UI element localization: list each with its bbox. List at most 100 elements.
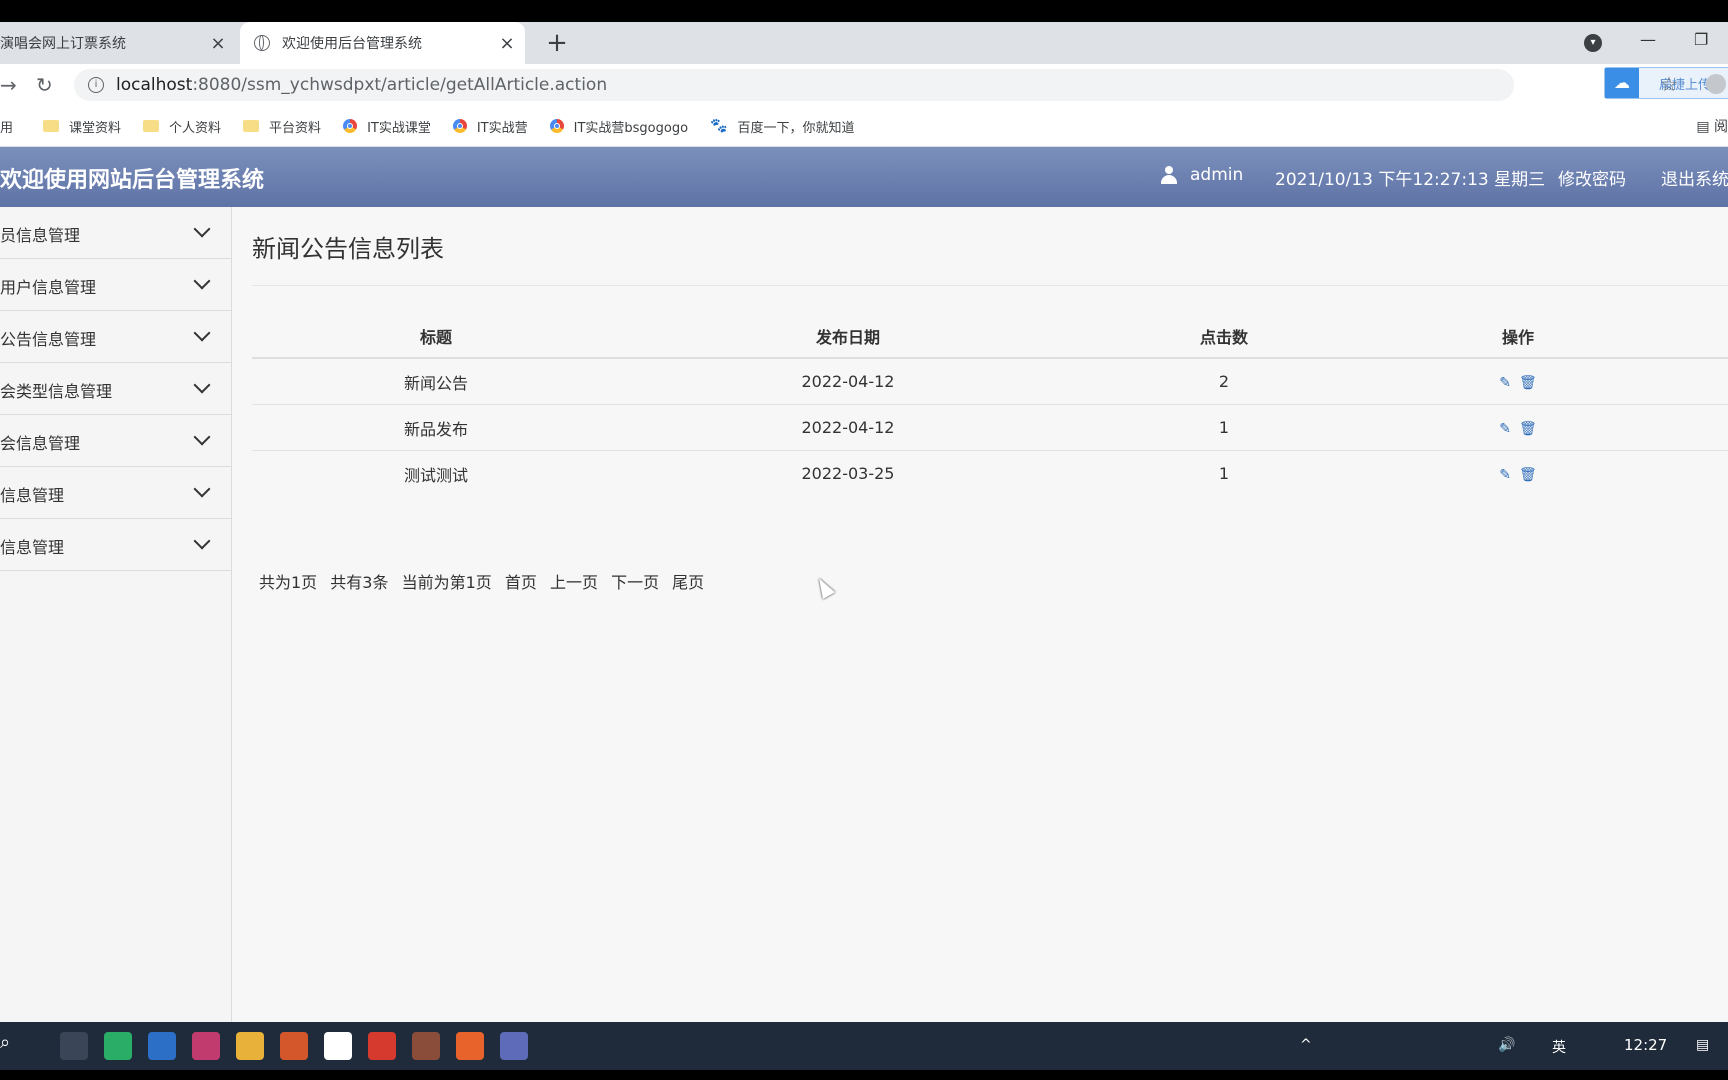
tab-admin-system[interactable]: 欢迎使用后台管理系统 × (240, 22, 525, 64)
wechat-taskbar-icon[interactable] (104, 1032, 132, 1060)
column-header-date: 发布日期 (620, 315, 1076, 359)
pager-prev-link[interactable]: 上一页 (550, 573, 598, 592)
bookmark-folder[interactable]: 课堂资料 (43, 117, 121, 136)
cell-actions: ✎ 🗑 (1372, 451, 1664, 497)
pager-last-link[interactable]: 尾页 (672, 573, 704, 592)
edit-icon[interactable]: ✎ (1499, 467, 1511, 483)
pager-first-link[interactable]: 首页 (505, 573, 537, 592)
taskbar: ⌕ ^ 🔊 英 12:27 ▤ (0, 1022, 1728, 1070)
logout-link[interactable]: 退出系统 (1661, 165, 1728, 190)
sidebar-item-label: 会信息管理 (0, 434, 81, 453)
sidebar-item-label: 信息管理 (0, 538, 65, 557)
sidebar-item-users[interactable]: 用户信息管理 (0, 259, 231, 311)
change-password-link[interactable]: 修改密码 (1558, 165, 1626, 190)
firefox-taskbar-icon[interactable] (456, 1032, 484, 1060)
bookmark-link[interactable]: IT实战营 (452, 117, 528, 136)
cell-spacer (1664, 404, 1728, 451)
cell-spacer (1664, 358, 1728, 405)
cell-title: 新品发布 (252, 404, 620, 451)
chevron-down-icon (193, 272, 211, 290)
cell-clicks: 2 (1076, 358, 1372, 405)
idea-taskbar-icon[interactable] (192, 1032, 220, 1060)
cell-clicks: 1 (1076, 404, 1372, 451)
bookmark-link[interactable]: IT实战课堂 (343, 117, 431, 136)
bookmark-apps[interactable]: 用 (0, 117, 13, 136)
main-content: 新闻公告信息列表 标题 发布日期 点击数 操作 新闻公告 2022-04-12 (232, 207, 1728, 1070)
app-title: 欢迎使用网站后台管理系统 (0, 168, 265, 193)
pagination: 共为1页 共有3条 当前为第1页 首页 上一页 下一页 尾页 (259, 569, 712, 593)
cell-actions: ✎ 🗑 (1372, 358, 1664, 405)
sidebar-item-announcements[interactable]: 公告信息管理 (0, 311, 231, 363)
cell-date: 2022-04-12 (620, 358, 1076, 405)
chevron-down-icon (193, 220, 211, 238)
bookmark-label: 个人资料 (169, 120, 222, 136)
address-bar[interactable]: i localhost:8080/ssm_ychwsdpxt/article/g… (74, 67, 1728, 101)
bookmark-label: 百度一下，你就知道 (737, 120, 855, 136)
cloud-icon: ☁ (1605, 68, 1639, 98)
bookmark-folder[interactable]: 个人资料 (143, 117, 221, 136)
delete-icon[interactable]: 🗑 (1519, 467, 1537, 483)
reading-list-button[interactable]: ▤ 阅 (1696, 116, 1728, 136)
restore-icon[interactable]: ❐ (1694, 30, 1708, 49)
forward-icon[interactable]: → (0, 73, 17, 97)
chevron-down-icon (193, 532, 211, 550)
table-header-row: 标题 发布日期 点击数 操作 (252, 315, 1728, 359)
app-taskbar-icon[interactable] (324, 1032, 352, 1060)
pager-next-link[interactable]: 下一页 (611, 573, 659, 592)
search-icon[interactable]: ⌕ (0, 1032, 28, 1060)
sidebar-item-info-7[interactable]: 信息管理 (0, 519, 231, 571)
folder-icon (143, 120, 160, 132)
new-tab-button[interactable]: + (542, 28, 572, 58)
chrome-icon (452, 119, 467, 133)
bookmark-label: 课堂资料 (69, 120, 122, 136)
chevron-down-icon (193, 480, 211, 498)
bookmark-link[interactable]: IT实战营bsgogogo (549, 117, 689, 136)
table-row: 新闻公告 2022-04-12 2 ✎ 🗑 (252, 358, 1728, 405)
sidebar-item-staff[interactable]: 员信息管理 (0, 207, 231, 259)
delete-icon[interactable]: 🗑 (1519, 375, 1537, 391)
edit-icon[interactable]: ✎ (1499, 375, 1511, 391)
notification-icon[interactable]: ▤ (1696, 1037, 1709, 1053)
sidebar-item-info-6[interactable]: 信息管理 (0, 467, 231, 519)
cell-date: 2022-04-12 (620, 404, 1076, 451)
bookmark-label: IT实战营 (476, 120, 528, 136)
cell-title: 新闻公告 (252, 358, 620, 405)
bookmark-link[interactable]: 🐾 百度一下，你就知道 (710, 117, 854, 136)
explorer-taskbar-icon[interactable] (236, 1032, 264, 1060)
ime-indicator[interactable]: 英 (1552, 1037, 1566, 1057)
profile-icon[interactable] (1706, 74, 1726, 94)
sidebar-item-concert-types[interactable]: 会类型信息管理 (0, 363, 231, 415)
close-tab-icon[interactable]: × (495, 33, 519, 54)
edit-icon[interactable]: ✎ (1499, 421, 1511, 437)
taskbar-clock[interactable]: 12:27 (1624, 1036, 1667, 1054)
sidebar: 员信息管理 用户信息管理 公告信息管理 会类型信息管理 会信息管理 信息管理 信… (0, 207, 232, 1070)
app-taskbar-icon[interactable] (412, 1032, 440, 1060)
cell-spacer (1664, 451, 1728, 497)
wps-taskbar-icon[interactable] (368, 1032, 396, 1060)
app-taskbar-icon[interactable] (500, 1032, 528, 1060)
delete-icon[interactable]: 🗑 (1519, 421, 1537, 437)
tab-ticket-system[interactable]: 演唱会网上订票系统 × (0, 22, 236, 64)
bookmark-star-icon[interactable]: ☆ (1660, 72, 1678, 96)
app-taskbar-icon[interactable] (280, 1032, 308, 1060)
sidebar-item-concerts[interactable]: 会信息管理 (0, 415, 231, 467)
tab-search-icon[interactable]: ▾ (1584, 34, 1602, 52)
volume-icon[interactable]: 🔊 (1498, 1037, 1515, 1053)
chevron-down-icon (193, 324, 211, 342)
bookmark-folder[interactable]: 平台资料 (243, 117, 321, 136)
folder-icon (43, 120, 60, 132)
tab-strip: 演唱会网上订票系统 × 欢迎使用后台管理系统 × + ▾ — ❐ (0, 22, 1728, 64)
close-tab-icon[interactable]: × (206, 33, 230, 54)
bookmark-label: IT实战营bsgogogo (573, 120, 689, 136)
reload-icon[interactable]: ↻ (36, 73, 53, 97)
chevron-up-icon[interactable]: ^ (1300, 1037, 1312, 1053)
chrome-taskbar-icon[interactable] (60, 1032, 88, 1060)
mouse-cursor-icon (812, 574, 836, 600)
sidebar-item-label: 会类型信息管理 (0, 382, 113, 401)
chrome-icon (549, 119, 564, 133)
bookmark-label: IT实战课堂 (367, 120, 431, 136)
app-taskbar-icon[interactable] (148, 1032, 176, 1060)
baidu-paw-icon: 🐾 (710, 118, 728, 134)
minimize-icon[interactable]: — (1640, 30, 1656, 49)
info-icon[interactable]: i (88, 77, 104, 93)
